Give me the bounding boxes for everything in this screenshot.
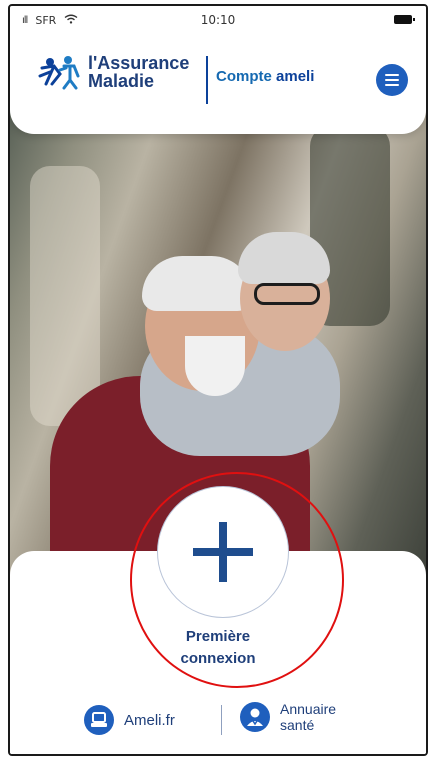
battery-icon xyxy=(394,15,415,24)
ameli-link-label: Ameli.fr xyxy=(124,711,175,729)
compte-prefix: Compte xyxy=(216,68,272,85)
photo-glasses xyxy=(254,283,320,305)
annuaire-sante-link[interactable]: Annuaire santé xyxy=(240,701,336,733)
menu-icon-bar xyxy=(385,74,399,76)
footer-divider xyxy=(221,705,222,735)
phone-frame: ıll SFR 10:10 l'Assurance Maladie Compte… xyxy=(8,4,428,756)
logo-figures-icon xyxy=(36,54,84,90)
menu-icon-bar xyxy=(385,84,399,86)
logo-line-2: Maladie xyxy=(88,71,155,91)
photo-man-beard xyxy=(185,336,245,396)
status-time: 10:10 xyxy=(200,13,236,27)
app-header: ıll SFR 10:10 l'Assurance Maladie Compte… xyxy=(10,6,426,134)
laptop-icon xyxy=(84,705,114,735)
status-bar: ıll SFR 10:10 xyxy=(10,6,426,34)
footer-links: Ameli.fr Annuaire santé xyxy=(10,701,426,745)
annuaire-line-2: santé xyxy=(280,717,315,733)
menu-icon-bar xyxy=(385,79,399,81)
logo-line-1: l'Assurance xyxy=(88,53,190,73)
photo-bg-element xyxy=(30,166,100,426)
annuaire-line-1: Annuaire xyxy=(280,701,337,717)
compte-suffix: ameli xyxy=(276,68,315,85)
logo-text: l'Assurance Maladie xyxy=(88,54,189,90)
header-divider xyxy=(206,56,208,104)
annuaire-sante-label: Annuaire santé xyxy=(280,701,336,733)
photo-man-hair xyxy=(142,256,252,311)
assurance-maladie-logo: l'Assurance Maladie xyxy=(36,54,189,90)
compte-ameli-title: Compte ameli xyxy=(216,68,314,85)
ameli-link[interactable]: Ameli.fr xyxy=(84,705,175,735)
menu-button[interactable] xyxy=(376,64,408,96)
highlight-circle xyxy=(130,472,344,688)
doctor-icon xyxy=(240,702,270,732)
